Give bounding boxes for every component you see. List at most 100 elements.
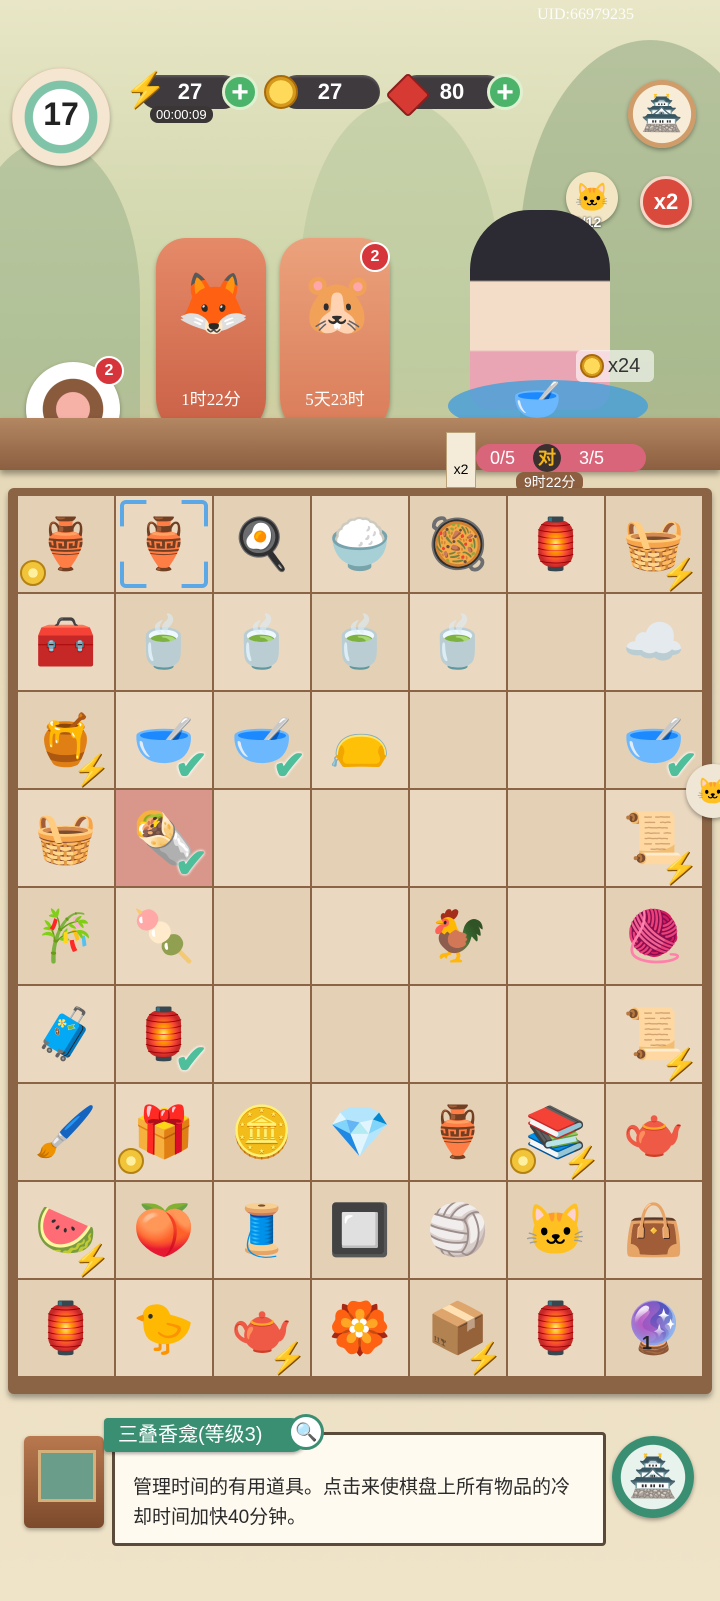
board-cell-empty[interactable]	[508, 692, 604, 788]
board-item[interactable]: 🍑	[116, 1182, 212, 1278]
board-item[interactable]: 💎	[312, 1084, 408, 1180]
board-item[interactable]: 🐱	[508, 1182, 604, 1278]
item-count: 1	[642, 1333, 653, 1353]
board-item[interactable]: 🧺 ⚡	[606, 496, 702, 592]
board-cell-empty[interactable]	[214, 790, 310, 886]
check-icon: ✔	[174, 1038, 208, 1082]
board-cell-empty[interactable]	[312, 888, 408, 984]
board-cell-empty[interactable]	[410, 986, 506, 1082]
item-icon: 👜	[622, 1202, 686, 1258]
board-item[interactable]: 🥘	[410, 496, 506, 592]
board-cell-empty[interactable]	[214, 986, 310, 1082]
item-icon: 🏮	[524, 516, 588, 572]
board-cell-empty[interactable]	[312, 986, 408, 1082]
item-description: 管理时间的有用道具。点击来使棋盘上所有物品的冷却时间加快40分钟。	[133, 1477, 571, 1528]
energy-icon: ⚡	[660, 1048, 698, 1081]
board-item[interactable]: 🍵	[312, 594, 408, 690]
shop-button[interactable]: 🏯	[628, 80, 696, 148]
board-item[interactable]: 🍯 ⚡	[18, 692, 114, 788]
board-item[interactable]: 🎋	[18, 888, 114, 984]
board-item[interactable]: 🍉 ⚡	[18, 1182, 114, 1278]
board-item[interactable]: 🎁	[116, 1084, 212, 1180]
item-icon: 🔮	[622, 1300, 686, 1356]
energy-icon: ⚡	[660, 852, 698, 885]
board-item[interactable]: 🏺	[410, 1084, 506, 1180]
board-item[interactable]: 🥣 ✔	[214, 692, 310, 788]
order-multiplier-tag: x2	[446, 432, 476, 488]
board-item[interactable]: 👜	[606, 1182, 702, 1278]
board-item[interactable]: 🏐	[410, 1182, 506, 1278]
item-icon: 🍚	[328, 516, 392, 572]
board-item[interactable]: 🧰	[18, 594, 114, 690]
board-item[interactable]: 🌯 ✔	[116, 790, 212, 886]
board-item[interactable]: 🐓	[410, 888, 506, 984]
board-cell-empty[interactable]	[214, 888, 310, 984]
item-icon: 🐓	[426, 908, 490, 964]
board-item[interactable]: 🏮	[508, 1280, 604, 1376]
board-item[interactable]: 🪙	[214, 1084, 310, 1180]
board-item[interactable]: 🍳	[214, 496, 310, 592]
board-item[interactable]: 🍚	[312, 496, 408, 592]
board-item[interactable]: 🏮	[508, 496, 604, 592]
board-item[interactable]: 🏺	[116, 496, 212, 592]
add-energy-button[interactable]: +	[222, 74, 258, 110]
board-cell-empty[interactable]	[508, 594, 604, 690]
board-item[interactable]: 📦 ⚡	[410, 1280, 506, 1376]
board-item[interactable]: ☁️	[606, 594, 702, 690]
board-item[interactable]: 🍡	[116, 888, 212, 984]
board-cell-empty[interactable]	[312, 790, 408, 886]
coin-icon	[118, 1148, 144, 1174]
item-icon: 🎋	[34, 908, 98, 964]
selected-item-preview	[24, 1436, 104, 1528]
event-card-fox[interactable]: 🦊 1时22分	[156, 238, 266, 438]
item-icon: 🏮	[524, 1300, 588, 1356]
item-icon: 🍵	[426, 614, 490, 670]
board-item[interactable]: 👝	[312, 692, 408, 788]
item-icon: 🫖	[622, 1104, 686, 1160]
board-item[interactable]: 🫖 ⚡	[214, 1280, 310, 1376]
order-reward: x24	[576, 350, 654, 382]
board-item[interactable]: 🏺	[18, 496, 114, 592]
add-gems-button[interactable]: +	[487, 74, 523, 110]
pavilion-button[interactable]: 🏯	[612, 1436, 694, 1518]
board-item[interactable]: 🏮 ✔	[116, 986, 212, 1082]
board-item[interactable]: 📚 ⚡	[508, 1084, 604, 1180]
board-item[interactable]: 🐤	[116, 1280, 212, 1376]
board-item[interactable]: 🥣 ✔	[116, 692, 212, 788]
board-item[interactable]: 🧵	[214, 1182, 310, 1278]
user-id: UID:66979235	[537, 6, 634, 23]
board-item[interactable]: 🍵	[214, 594, 310, 690]
board-item[interactable]: 🧺	[18, 790, 114, 886]
board-item[interactable]: 📜 ⚡	[606, 790, 702, 886]
item-icon: 🐱	[524, 1202, 588, 1258]
board-item[interactable]: 🧳	[18, 986, 114, 1082]
coin-icon	[510, 1148, 536, 1174]
board-item[interactable]: 🍵	[410, 594, 506, 690]
board-item[interactable]: 🔮 1	[606, 1280, 702, 1376]
board-item[interactable]: 🫖	[606, 1084, 702, 1180]
board-item[interactable]: 🧶	[606, 888, 702, 984]
board-item[interactable]: 🖌️	[18, 1084, 114, 1180]
board-grid: 🏺 🏺 🍳 🍚 🥘 🏮 🧺 ⚡ 🧰 🍵 🍵 🍵 🍵 ☁️ 🍯 ⚡ 🥣 ✔ 🥣 ✔ 👝 🥣 ✔ 🧺 🌯 ✔ 📜 ⚡ 🎋 🍡 🐓 🧶 🧳 🏮 ✔ 📜 ⚡ 🖌️…	[18, 496, 702, 1376]
coin-icon	[580, 354, 604, 378]
board-item[interactable]: 🍵	[116, 594, 212, 690]
board-item[interactable]: 🏮	[18, 1280, 114, 1376]
board-cell-empty[interactable]	[410, 692, 506, 788]
board-cell-empty[interactable]	[508, 790, 604, 886]
player-level-badge[interactable]: 17	[12, 68, 110, 166]
item-icon: 🪙	[230, 1104, 294, 1160]
board-cell-empty[interactable]	[508, 986, 604, 1082]
board-cell-empty[interactable]	[410, 790, 506, 886]
board-item[interactable]: 🔲	[312, 1182, 408, 1278]
pavilion-icon: 🏯	[628, 1455, 678, 1499]
player-level: 17	[43, 96, 79, 132]
board-cell-empty[interactable]	[508, 888, 604, 984]
board-item[interactable]: 🥣 ✔	[606, 692, 702, 788]
board-item[interactable]: 🏵️	[312, 1280, 408, 1376]
board-item[interactable]: 📜 ⚡	[606, 986, 702, 1082]
item-icon: 🧳	[34, 1006, 98, 1062]
item-icon: 🐤	[132, 1300, 196, 1356]
cat-icon: 🐱	[574, 182, 610, 213]
golden-pot-icon: 🏯	[640, 95, 684, 133]
multiplier-button[interactable]: x2	[640, 176, 692, 228]
